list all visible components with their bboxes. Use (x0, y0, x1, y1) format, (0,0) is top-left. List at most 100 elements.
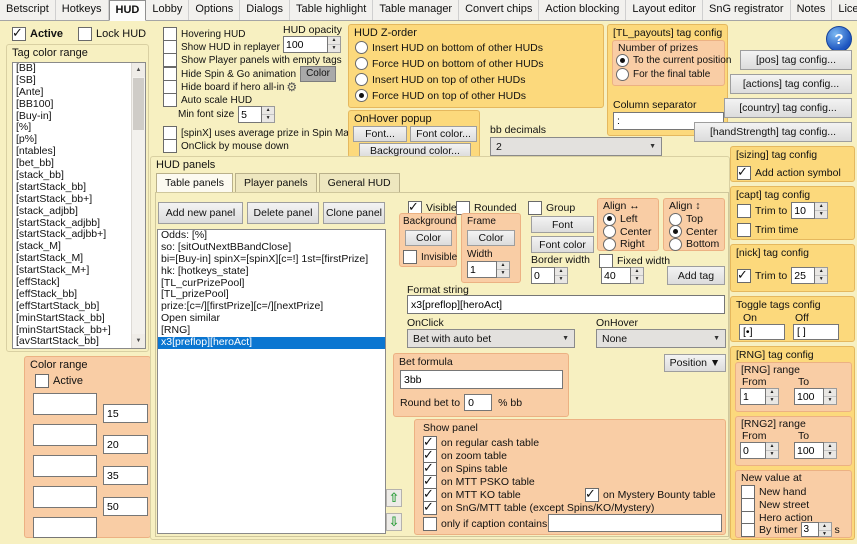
spin-down-icon[interactable] (555, 275, 567, 283)
hud-opacity-input[interactable] (283, 36, 328, 53)
show-on-mtt-psko-option[interactable]: on MTT PSKO table (423, 473, 535, 489)
panel-tab[interactable]: Table panels (156, 173, 233, 192)
active-option[interactable]: Active (12, 25, 63, 41)
menu-tab[interactable]: Table highlight (290, 0, 374, 20)
tag-color-range-list[interactable]: [BB] [SB] [Ante] [BB100] [Buy-in] [%] [p%] [nta… (12, 62, 146, 349)
panel-list-item[interactable]: so: [sitOutNextBBandClose] (158, 241, 385, 254)
radio-button[interactable] (616, 68, 629, 81)
min-font-size-stepper[interactable] (238, 106, 276, 123)
color-threshold-input[interactable] (103, 466, 148, 485)
tag-list-item[interactable]: [stack_adjbb] (13, 205, 145, 218)
radio-button[interactable] (669, 237, 682, 251)
fixed-width-input[interactable] (601, 267, 631, 284)
menu-tab[interactable]: Action blocking (539, 0, 627, 20)
checkbox[interactable] (163, 27, 177, 41)
color-range-active-option[interactable]: Active (35, 374, 83, 388)
menu-tab[interactable]: Betscript (0, 0, 56, 20)
tag-list-item[interactable]: [effStartStack_bb] (13, 300, 145, 313)
by-timer-option[interactable]: By timer s (741, 522, 840, 537)
spin-up-icon[interactable] (819, 523, 831, 530)
checkbox[interactable] (528, 201, 542, 215)
timer-stepper[interactable] (800, 522, 832, 538)
toggle-on-input[interactable] (739, 324, 785, 340)
pos-tag-config-button[interactable]: [pos] tag config... (740, 50, 852, 70)
hud-opacity-stepper[interactable] (283, 36, 341, 53)
spin-up-icon[interactable] (328, 37, 340, 44)
checkbox[interactable] (403, 250, 417, 264)
spinner[interactable] (497, 261, 510, 278)
tag-list-item[interactable]: [BB100] (13, 98, 145, 111)
spin-up-icon[interactable] (824, 443, 836, 450)
rng2-to-stepper[interactable] (794, 442, 837, 459)
checkbox[interactable] (737, 203, 751, 218)
menu-tab[interactable]: Notes (791, 0, 833, 20)
spin-down-icon[interactable] (328, 44, 340, 52)
add-tag-button[interactable]: Add tag (667, 266, 725, 285)
color-swatch[interactable] (33, 393, 97, 415)
scrollbar[interactable]: ▲ ▼ (131, 63, 145, 348)
radio-option[interactable]: Right (603, 237, 652, 251)
scroll-up-button[interactable]: ▲ (132, 63, 145, 77)
nick-trim-to-option[interactable]: Trim to (737, 267, 829, 284)
checkbox[interactable] (163, 80, 177, 94)
rng-from-input[interactable] (740, 388, 766, 405)
radio-option[interactable]: Insert HUD on bottom of other HUDs (355, 41, 544, 54)
border-width-stepper[interactable] (531, 267, 568, 284)
spinner[interactable] (328, 36, 341, 53)
show-on-zoom-option[interactable]: on zoom table (423, 447, 507, 463)
toggle-off-input[interactable] (793, 324, 839, 340)
spin-down-icon[interactable] (815, 275, 828, 283)
checkbox[interactable] (741, 485, 755, 499)
spinner[interactable] (818, 522, 832, 538)
checkbox[interactable] (163, 67, 177, 81)
panel-list-item[interactable]: Open similar (158, 312, 385, 325)
checkbox[interactable] (163, 53, 177, 67)
panel-list-item[interactable]: hk: [hotkeys_state] (158, 265, 385, 278)
checkbox[interactable] (12, 25, 26, 41)
show-on-sng-mtt-option[interactable]: on SnG/MTT table (except Spins/KO/Myster… (423, 499, 654, 515)
radio-button[interactable] (603, 237, 616, 251)
show-on-mtt-ko-option[interactable]: on MTT KO table (423, 486, 521, 502)
radio-option[interactable]: Insert HUD on top of other HUDs (355, 73, 544, 86)
radio-button[interactable] (355, 73, 368, 86)
spinner[interactable] (815, 267, 829, 284)
spinner[interactable] (631, 267, 644, 284)
new-street-option[interactable]: New street (741, 498, 809, 512)
onclick-select[interactable]: Bet with auto bet ▼ (407, 329, 575, 348)
checkbox[interactable] (741, 522, 755, 537)
show-hud-in-replayer-option[interactable]: Show HUD in replayer (163, 40, 280, 54)
tag-list-item[interactable]: [avStartStackEb_bb] (16, 347, 112, 348)
spin-up-icon[interactable] (631, 268, 643, 275)
nick-trim-input[interactable] (791, 267, 816, 284)
auto-scale-hud-option[interactable]: Auto scale HUD (163, 93, 252, 107)
menu-tab[interactable]: License (832, 0, 857, 20)
checkbox[interactable] (163, 40, 177, 54)
spin-down-icon[interactable] (818, 530, 831, 538)
popup-font-color-button[interactable]: Font color... (410, 126, 477, 142)
checkbox[interactable] (737, 223, 751, 237)
capt-trim-to-option[interactable]: Trim to (737, 202, 829, 219)
radio-button[interactable] (616, 54, 629, 67)
menu-tab[interactable]: Layout editor (626, 0, 703, 20)
panel-list[interactable]: Odds: [%] so: [sitOutNextBBandClose] bi=[B… (157, 229, 386, 534)
spin-up-icon[interactable] (815, 268, 827, 275)
border-width-input[interactable] (531, 267, 555, 284)
capt-trim-input[interactable] (791, 202, 816, 219)
radio-button[interactable] (355, 89, 368, 102)
spin-down-icon[interactable] (824, 396, 836, 404)
radio-option[interactable]: For the final table (616, 68, 731, 81)
help-icon[interactable]: ? (826, 26, 852, 52)
radio-option[interactable]: To the current position (616, 54, 731, 67)
move-panel-down-button[interactable]: ⇩ (386, 513, 402, 531)
spinner[interactable] (824, 442, 837, 459)
tag-list-item[interactable]: [startStack_bb+] (13, 193, 145, 206)
panel-list-item[interactable]: x3[preflop][heroAct] (158, 336, 385, 349)
show-on-regular-cash-option[interactable]: on regular cash table (423, 434, 539, 450)
checkbox[interactable] (163, 139, 177, 153)
radio-button[interactable] (355, 41, 368, 54)
menu-tab[interactable]: Hotkeys (56, 0, 109, 20)
rng-to-stepper[interactable] (794, 388, 837, 405)
tag-list-item[interactable]: [Buy-in] (13, 110, 145, 123)
delete-panel-button[interactable]: Delete panel (247, 202, 319, 224)
spin-down-icon[interactable] (631, 275, 643, 283)
